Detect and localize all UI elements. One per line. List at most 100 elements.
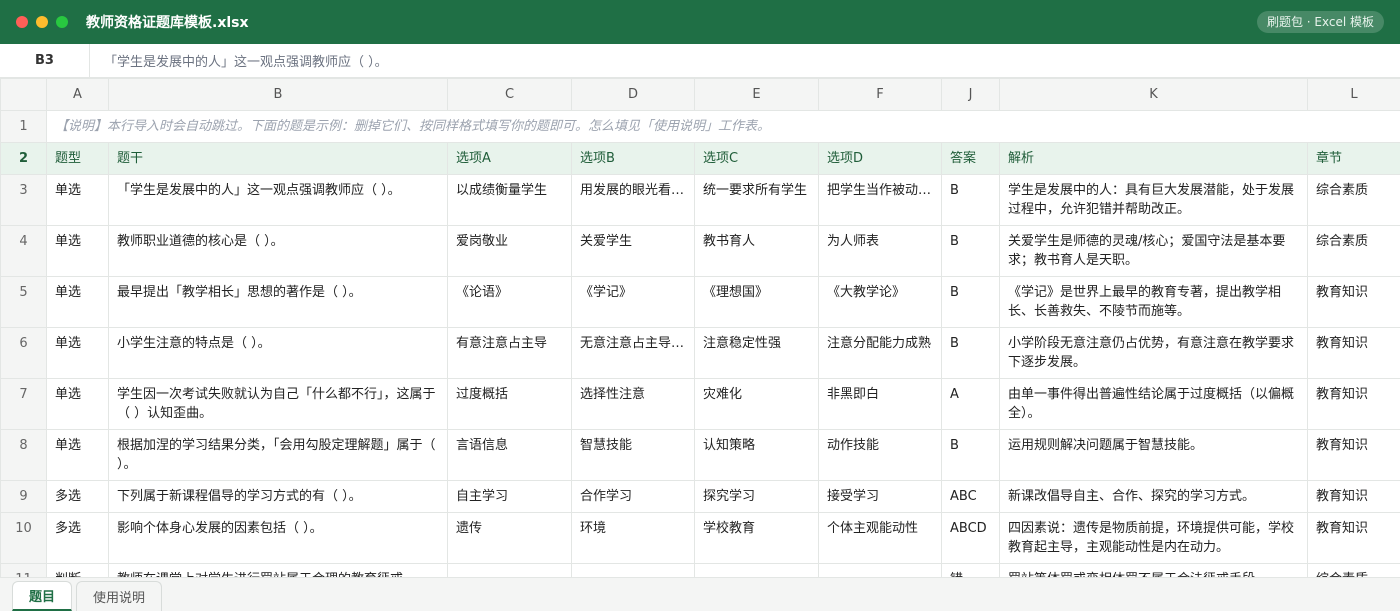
table-cell[interactable]: 以成绩衡量学生 [447,174,572,226]
table-cell[interactable]: 罚站等体罚或变相体罚不属于合法惩戒手段。 [999,563,1308,577]
table-cell[interactable]: 综合素质 [1307,563,1400,577]
row-number[interactable]: 7 [0,378,47,430]
table-cell[interactable]: 单选 [46,327,109,379]
header-cell[interactable]: 选项B [571,142,695,175]
table-cell[interactable]: 小学生注意的特点是（ ）。 [108,327,448,379]
header-cell[interactable]: 题干 [108,142,448,175]
table-cell[interactable]: ABCD [941,512,1000,564]
column-header[interactable]: J [941,78,1000,111]
column-header[interactable]: F [818,78,942,111]
table-cell[interactable]: 选择性注意 [571,378,695,430]
table-cell[interactable]: 《学记》 [571,276,695,328]
header-cell[interactable]: 答案 [941,142,1000,175]
table-cell[interactable]: 单选 [46,429,109,481]
table-cell[interactable]: A [941,378,1000,430]
row-number[interactable]: 10 [0,512,47,564]
table-cell[interactable]: 个体主观能动性 [818,512,942,564]
table-cell[interactable]: 接受学习 [818,480,942,513]
table-cell[interactable]: 小学阶段无意注意仍占优势，有意注意在教学要求下逐步发展。 [999,327,1308,379]
formula-content[interactable]: 「学生是发展中的人」这一观点强调教师应（ ）。 [90,51,388,70]
header-cell[interactable]: 题型 [46,142,109,175]
table-cell[interactable]: 灾难化 [694,378,819,430]
table-cell[interactable]: 探究学习 [694,480,819,513]
table-cell[interactable]: 教育知识 [1307,429,1400,481]
row-number[interactable]: 5 [0,276,47,328]
table-cell[interactable]: 综合素质 [1307,225,1400,277]
column-header[interactable]: E [694,78,819,111]
header-cell[interactable]: 选项C [694,142,819,175]
table-cell[interactable]: 动作技能 [818,429,942,481]
row-number[interactable]: 1 [0,110,47,143]
row-number[interactable]: 2 [0,142,47,175]
table-cell[interactable]: 学生因一次考试失败就认为自己「什么都不行」，这属于（ ）认知歪曲。 [108,378,448,430]
table-cell[interactable] [694,563,819,577]
table-cell[interactable]: 多选 [46,512,109,564]
table-cell[interactable] [818,563,942,577]
table-cell[interactable]: 注意分配能力成熟 [818,327,942,379]
table-cell[interactable]: 下列属于新课程倡导的学习方式的有（ ）。 [108,480,448,513]
row-number[interactable]: 8 [0,429,47,481]
table-cell[interactable]: 关爱学生 [571,225,695,277]
table-cell[interactable]: 教书育人 [694,225,819,277]
table-cell[interactable]: 学校教育 [694,512,819,564]
table-cell[interactable]: 运用规则解决问题属于智慧技能。 [999,429,1308,481]
table-cell[interactable]: B [941,327,1000,379]
close-window-button[interactable] [16,16,28,28]
table-cell[interactable]: 智慧技能 [571,429,695,481]
column-header[interactable]: B [108,78,448,111]
table-cell[interactable]: ABC [941,480,1000,513]
table-cell[interactable]: 教育知识 [1307,327,1400,379]
table-cell[interactable]: 「学生是发展中的人」这一观点强调教师应（ ）。 [108,174,448,226]
table-cell[interactable]: 无意注意占主导… [571,327,695,379]
table-cell[interactable]: 教师职业道德的核心是（ ）。 [108,225,448,277]
table-cell[interactable]: 用发展的眼光看… [571,174,695,226]
table-cell[interactable]: 遗传 [447,512,572,564]
table-cell[interactable]: 认知策略 [694,429,819,481]
sheet-tab-questions[interactable]: 题目 [12,581,73,611]
select-all-corner[interactable] [0,78,47,111]
table-cell[interactable]: 学生是发展中的人：具有巨大发展潜能，处于发展过程中，允许犯错并帮助改正。 [999,174,1308,226]
table-cell[interactable]: B [941,225,1000,277]
column-header[interactable]: C [447,78,572,111]
table-cell[interactable]: 非黑即白 [818,378,942,430]
minimize-window-button[interactable] [36,16,48,28]
cell-reference-box[interactable]: B3 [0,44,90,77]
table-cell[interactable]: 有意注意占主导 [447,327,572,379]
table-cell[interactable]: 环境 [571,512,695,564]
header-cell[interactable]: 选项A [447,142,572,175]
column-header[interactable]: D [571,78,695,111]
table-cell[interactable]: 教育知识 [1307,276,1400,328]
table-cell[interactable]: 判断 [46,563,109,577]
table-cell[interactable]: 关爱学生是师德的灵魂/核心；爱国守法是基本要求；教书育人是天职。 [999,225,1308,277]
row-number[interactable]: 3 [0,174,47,226]
table-cell[interactable]: 把学生当作被动… [818,174,942,226]
maximize-window-button[interactable] [56,16,68,28]
table-cell[interactable] [447,563,572,577]
table-cell[interactable]: 教育知识 [1307,378,1400,430]
row-number[interactable]: 6 [0,327,47,379]
table-cell[interactable]: 四因素说：遗传是物质前提，环境提供可能，学校教育起主导，主观能动性是内在动力。 [999,512,1308,564]
table-cell[interactable]: 由单一事件得出普遍性结论属于过度概括（以偏概全）。 [999,378,1308,430]
table-cell[interactable]: 教育知识 [1307,512,1400,564]
table-cell[interactable]: 合作学习 [571,480,695,513]
column-header[interactable]: A [46,78,109,111]
table-cell[interactable]: 根据加涅的学习结果分类，「会用勾股定理解题」属于（ ）。 [108,429,448,481]
table-cell[interactable]: 言语信息 [447,429,572,481]
table-cell[interactable]: 影响个体身心发展的因素包括（ ）。 [108,512,448,564]
column-header[interactable]: L [1307,78,1400,111]
table-cell[interactable]: 教育知识 [1307,480,1400,513]
table-cell[interactable]: 综合素质 [1307,174,1400,226]
table-cell[interactable]: 为人师表 [818,225,942,277]
table-cell[interactable]: 爱岗敬业 [447,225,572,277]
table-cell[interactable]: 新课改倡导自主、合作、探究的学习方式。 [999,480,1308,513]
table-cell[interactable]: 统一要求所有学生 [694,174,819,226]
header-cell[interactable]: 章节 [1307,142,1400,175]
header-cell[interactable]: 解析 [999,142,1308,175]
table-cell[interactable]: 多选 [46,480,109,513]
row-number[interactable]: 9 [0,480,47,513]
table-cell[interactable]: 单选 [46,225,109,277]
sheet-tab-instructions[interactable]: 使用说明 [76,581,163,611]
table-cell[interactable]: 错 [941,563,1000,577]
table-cell[interactable]: B [941,429,1000,481]
table-cell[interactable]: 单选 [46,174,109,226]
